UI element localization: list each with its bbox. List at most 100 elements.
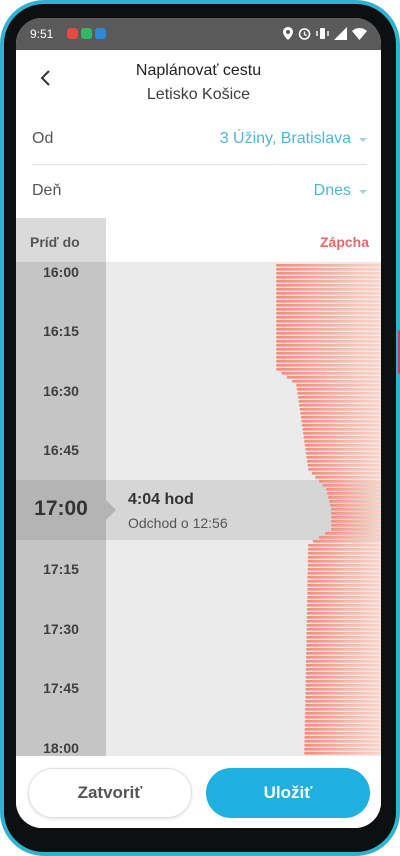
traffic-bar: [276, 340, 381, 343]
traffic-bar: [276, 264, 381, 267]
traffic-bar: [306, 616, 381, 619]
traffic-bar: [276, 360, 381, 363]
traffic-bar: [307, 568, 381, 571]
page-subtitle: Letisko Košice: [146, 86, 251, 103]
traffic-bar: [304, 440, 381, 443]
traffic-bar: [307, 592, 381, 595]
traffic-label: Zápcha: [319, 234, 369, 250]
arrive-by-label: Príď do: [30, 234, 80, 250]
caret-down-icon: [359, 190, 367, 194]
traffic-bar: [306, 612, 381, 615]
traffic-bar: [305, 684, 381, 687]
traffic-bar: [306, 632, 381, 635]
traffic-bar: [299, 404, 381, 407]
traffic-bar: [276, 304, 381, 307]
traffic-bar: [296, 388, 381, 391]
traffic-bar: [296, 384, 381, 387]
traffic-bar: [304, 704, 381, 707]
traffic-bar: [331, 528, 381, 531]
time-label[interactable]: 17:30: [16, 621, 106, 637]
wifi-icon: [352, 27, 367, 40]
traffic-bar: [312, 540, 381, 543]
day-row[interactable]: Deň Dnes: [16, 166, 381, 218]
traffic-bar: [276, 336, 381, 339]
traffic-bar: [305, 452, 381, 455]
traffic-bar: [276, 296, 381, 299]
divider: [32, 164, 367, 165]
from-row[interactable]: Od 3 Úžiny, Bratislava: [16, 114, 381, 166]
traffic-bar: [305, 696, 381, 699]
save-button[interactable]: Uložiť: [206, 768, 370, 818]
traffic-bar: [276, 356, 381, 359]
traffic-bar: [308, 468, 381, 471]
time-label[interactable]: 16:45: [16, 442, 106, 458]
traffic-bar: [329, 500, 381, 503]
traffic-bar: [306, 628, 381, 631]
traffic-bar: [306, 620, 381, 623]
traffic-bar: [305, 680, 381, 683]
time-label[interactable]: 16:30: [16, 383, 106, 399]
traffic-bar: [307, 580, 381, 583]
traffic-bar: [276, 352, 381, 355]
app-header: Naplánovať cestu Letisko Košice: [16, 50, 381, 118]
traffic-bar: [331, 508, 381, 511]
app-green-icon: [81, 28, 92, 39]
traffic-bar: [305, 660, 381, 663]
traffic-bar: [305, 700, 381, 703]
traffic-bar: [318, 536, 381, 539]
traffic-bar: [276, 300, 381, 303]
traffic-bar: [304, 728, 381, 731]
traffic-bar: [306, 644, 381, 647]
traffic-bar: [307, 596, 381, 599]
traffic-bar: [276, 308, 381, 311]
column-header: Príď do Zápcha: [16, 218, 381, 262]
traffic-bar: [276, 364, 381, 367]
time-label[interactable]: 16:15: [16, 323, 106, 339]
traffic-bar: [306, 648, 381, 651]
time-label[interactable]: 18:00: [16, 740, 106, 756]
traffic-bar: [304, 748, 381, 751]
traffic-bar: [306, 604, 381, 607]
from-label: Od: [32, 130, 54, 147]
traffic-bar: [331, 516, 381, 519]
traffic-bar: [305, 668, 381, 671]
traffic-bar: [305, 448, 381, 451]
signal-icon: [334, 27, 347, 40]
traffic-bar: [304, 736, 381, 739]
from-value[interactable]: 3 Úžiny, Bratislava: [220, 130, 351, 148]
traffic-bar: [304, 732, 381, 735]
traffic-bar: [330, 504, 381, 507]
traffic-bar: [298, 400, 381, 403]
traffic-bar: [305, 688, 381, 691]
traffic-bar: [276, 268, 381, 271]
traffic-bar: [305, 656, 381, 659]
traffic-bar: [276, 368, 381, 371]
time-label[interactable]: 17:15: [16, 561, 106, 577]
traffic-bar: [304, 444, 381, 447]
day-value[interactable]: Dnes: [314, 182, 351, 200]
close-button[interactable]: Zatvoriť: [28, 768, 192, 818]
traffic-bar: [300, 416, 381, 419]
traffic-bar: [297, 396, 381, 399]
traffic-bar: [276, 316, 381, 319]
time-label[interactable]: 16:00: [16, 264, 106, 280]
traffic-bar: [307, 584, 381, 587]
location-icon: [283, 27, 293, 40]
app-red-icon: [67, 28, 78, 39]
traffic-bar: [276, 284, 381, 287]
traffic-bar: [327, 492, 381, 495]
traffic-bar: [306, 624, 381, 627]
traffic-bar: [276, 344, 381, 347]
trip-duration: 4:04 hod: [128, 491, 194, 508]
traffic-bar: [300, 412, 381, 415]
traffic-bar: [305, 692, 381, 695]
traffic-bar: [301, 424, 381, 427]
traffic-bar: [304, 724, 381, 727]
traffic-bar: [305, 664, 381, 667]
time-label[interactable]: 17:45: [16, 680, 106, 696]
chevron-left-icon[interactable]: [34, 66, 58, 90]
traffic-bar: [328, 496, 381, 499]
arrival-chart[interactable]: 16:00 16:15 16:30 16:45 17:00 17:15 17:3…: [16, 218, 381, 756]
traffic-bar: [302, 432, 381, 435]
status-time: 9:51: [30, 27, 54, 41]
